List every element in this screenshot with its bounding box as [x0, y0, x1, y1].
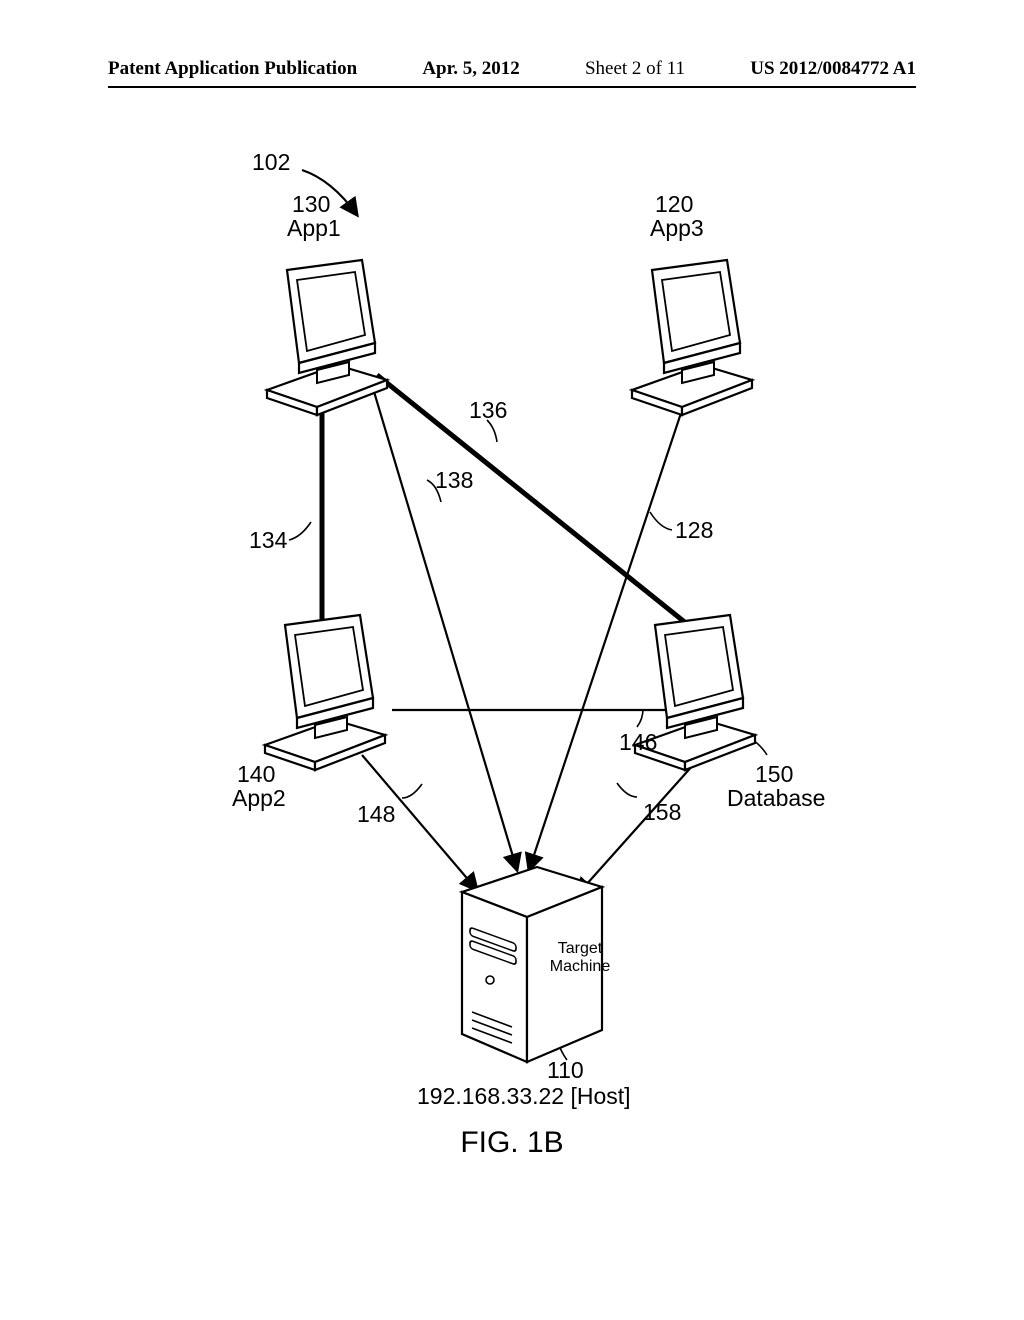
ref-148: 148 — [357, 802, 395, 827]
label-database: Database — [727, 786, 825, 811]
figure-caption: FIG. 1B — [147, 1126, 877, 1160]
monitor-icon — [257, 255, 397, 410]
monitor-icon — [622, 255, 762, 410]
publication-date: Apr. 5, 2012 — [422, 58, 519, 80]
ref-120: 120 — [655, 192, 693, 217]
ref-140: 140 — [237, 762, 275, 787]
diagram-stage: 102 130 App1 120 App3 — [147, 150, 877, 1160]
page-header: Patent Application Publication Apr. 5, 2… — [0, 58, 1024, 80]
ref-158: 158 — [643, 800, 681, 825]
document-number: US 2012/0084772 A1 — [750, 58, 916, 80]
ref-110: 110 — [547, 1058, 584, 1083]
publication-label: Patent Application Publication — [108, 58, 357, 80]
ref-130: 130 — [292, 192, 330, 217]
ref-146: 146 — [619, 730, 657, 755]
label-target: Target Machine — [545, 940, 615, 977]
sheet-number: Sheet 2 of 11 — [585, 58, 685, 80]
ref-138: 138 — [435, 468, 473, 493]
node-app3 — [622, 255, 762, 410]
label-host: 192.168.33.22 [Host] — [417, 1084, 631, 1109]
header-rule — [108, 86, 916, 88]
label-app2: App2 — [232, 786, 286, 811]
ref-134: 134 — [249, 528, 287, 553]
ref-102: 102 — [252, 150, 290, 175]
ref-150: 150 — [755, 762, 793, 787]
label-app1: App1 — [287, 216, 341, 241]
ref-136: 136 — [469, 398, 507, 423]
ref-128: 128 — [675, 518, 713, 543]
monitor-icon — [255, 610, 395, 765]
node-app2 — [255, 610, 395, 765]
label-app3: App3 — [650, 216, 704, 241]
node-app1 — [257, 255, 397, 410]
